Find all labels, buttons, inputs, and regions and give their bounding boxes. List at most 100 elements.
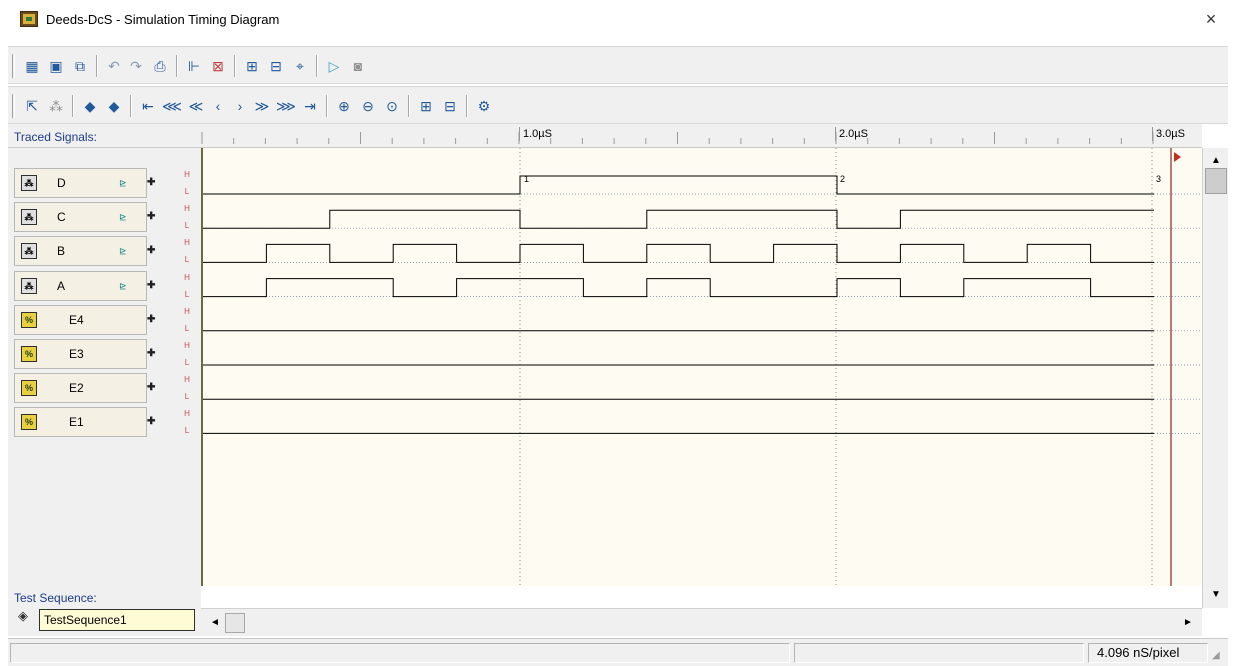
ruler-label-1us: 1.0µS xyxy=(519,127,552,141)
signal-name: A xyxy=(57,278,66,293)
waveform-canvas[interactable]: 123 xyxy=(203,148,1202,586)
close-button[interactable]: × xyxy=(1196,8,1226,32)
step-forward-icon[interactable]: › xyxy=(230,96,250,116)
ruler-label-2us: 2.0µS xyxy=(835,127,868,141)
output-probe-icon: % xyxy=(21,414,37,431)
run-icon[interactable]: ▷ xyxy=(324,56,344,76)
settings-icon[interactable]: ⚙ xyxy=(474,96,494,116)
output-probe-icon: % xyxy=(21,346,37,362)
signal-row-d[interactable]: ⁂ D ⊵ xyxy=(14,168,147,198)
print-icon[interactable]: ⎙ xyxy=(150,56,170,76)
vertical-scrollbar[interactable]: ▲ ▼ xyxy=(1202,148,1228,608)
toolbar-grip[interactable] xyxy=(12,94,15,118)
signal-row-e1[interactable]: % E1 xyxy=(14,407,147,438)
input-play-icon[interactable]: ⊵ xyxy=(119,245,133,257)
expand-signal-icon[interactable]: ✚ xyxy=(147,280,155,291)
input-play-icon[interactable]: ⊵ xyxy=(119,280,133,292)
high-level-label: H xyxy=(184,170,190,179)
output-probe-icon: % xyxy=(21,380,37,397)
output-probe-icon: % xyxy=(21,311,37,328)
undo-icon[interactable]: ↶ xyxy=(104,56,124,76)
stop-icon[interactable]: ◙ xyxy=(348,56,368,76)
expand-signal-icon[interactable]: ✚ xyxy=(147,383,155,393)
level-indicator: HL xyxy=(182,375,192,401)
status-cell-main xyxy=(10,643,790,663)
low-level-label: L xyxy=(184,426,190,436)
fast-rewind-icon[interactable]: ⋘ xyxy=(162,96,182,116)
signal-row-c[interactable]: ⁂ C ⊵ xyxy=(14,202,147,233)
assign-icon[interactable]: ⊟ xyxy=(266,56,286,76)
toolbar-separator xyxy=(316,55,318,77)
input-play-icon[interactable]: ⊵ xyxy=(119,177,133,189)
test-sequence-field[interactable]: TestSequence1 xyxy=(39,609,195,631)
high-level-label: H xyxy=(184,306,190,316)
new-diagram-icon[interactable]: ▦ xyxy=(22,56,42,76)
arrange-icon[interactable]: ⊞ xyxy=(242,56,262,76)
zoom-in-icon[interactable]: ⊕ xyxy=(334,96,354,116)
expand-signal-icon[interactable]: ✚ xyxy=(147,417,155,427)
low-level-label: L xyxy=(184,323,190,333)
signal-row-e3[interactable]: % E3 xyxy=(14,339,147,369)
marker-label: 2 xyxy=(840,174,845,184)
resize-grip-icon[interactable]: ◢ xyxy=(1212,650,1226,664)
low-level-label: L xyxy=(184,187,190,196)
step-back-icon[interactable]: ‹ xyxy=(208,96,228,116)
scroll-right-button[interactable]: ► xyxy=(1178,613,1198,633)
app-logo-icon xyxy=(20,11,38,27)
signal-name: D xyxy=(57,176,66,190)
forward-icon[interactable]: ◆ xyxy=(104,96,124,116)
main-toolbar: ▦ ▣ ⧉ ↶ ↷ ⎙ ⊩ ⊠ ⊞ ⊟ ⌖ ▷ ◙ xyxy=(8,46,1228,84)
zoom-fit-icon[interactable]: ⊙ xyxy=(382,96,402,116)
collapse-icon[interactable]: ⊟ xyxy=(440,96,460,116)
expand-icon[interactable]: ⊞ xyxy=(416,96,436,116)
signal-row-b[interactable]: ⁂ B ⊵ xyxy=(14,236,147,267)
low-level-label: L xyxy=(184,255,190,265)
level-indicator: HL xyxy=(182,341,192,367)
level-indicator: HL xyxy=(182,409,192,435)
signal-row-a[interactable]: ⁂ A ⊵ xyxy=(14,270,147,301)
save-icon[interactable]: ▣ xyxy=(46,56,66,76)
vertical-scroll-thumb[interactable] xyxy=(1205,168,1227,194)
select-icon[interactable]: ⇱ xyxy=(22,96,42,116)
edit-signal-icon[interactable]: ⊠ xyxy=(208,56,228,76)
transform-icon[interactable]: ⁂ xyxy=(46,96,66,116)
cursor-marker-icon[interactable] xyxy=(1174,152,1181,162)
input-switch-icon: ⁂ xyxy=(21,277,37,294)
signal-name: B xyxy=(57,244,66,259)
toolbar-separator xyxy=(130,95,132,117)
ruler-label-3us: 3.0µS xyxy=(1152,127,1185,141)
redo-icon[interactable]: ↷ xyxy=(126,56,146,76)
export-icon[interactable]: ⧉ xyxy=(70,56,90,76)
scroll-down-button[interactable]: ▼ xyxy=(1206,586,1226,604)
expand-signal-icon[interactable]: ✚ xyxy=(147,349,155,359)
zoom-out-icon[interactable]: ⊖ xyxy=(358,96,378,116)
input-switch-icon: ⁂ xyxy=(21,243,37,260)
back-icon[interactable]: ◆ xyxy=(80,96,100,116)
insert-signal-icon[interactable]: ⊩ xyxy=(184,56,204,76)
input-play-icon[interactable]: ⊵ xyxy=(119,211,133,223)
expand-signal-icon[interactable]: ✚ xyxy=(147,178,155,188)
level-indicator: HL xyxy=(182,238,192,264)
signal-row-e2[interactable]: % E2 xyxy=(14,373,147,404)
rewind-icon[interactable]: ≪ xyxy=(186,96,206,116)
forward-fast-icon[interactable]: ≫ xyxy=(252,96,272,116)
goto-end-icon[interactable]: ⇥ xyxy=(300,96,320,116)
signal-name: C xyxy=(57,210,66,225)
waveform-d xyxy=(203,175,1154,195)
expand-signal-icon[interactable]: ✚ xyxy=(147,246,155,256)
expand-signal-icon[interactable]: ✚ xyxy=(147,212,155,222)
horizontal-scroll-thumb[interactable] xyxy=(225,613,245,633)
horizontal-scrollbar[interactable]: ◄ ► xyxy=(201,608,1202,636)
toolbar-grip[interactable] xyxy=(12,54,15,78)
expand-signal-icon[interactable]: ✚ xyxy=(147,314,155,325)
scroll-left-button[interactable]: ◄ xyxy=(205,613,225,633)
toolbar-separator xyxy=(176,55,178,77)
toolbar-separator xyxy=(408,95,410,117)
trace-icon[interactable]: ⌖ xyxy=(290,56,310,76)
goto-start-icon[interactable]: ⇤ xyxy=(138,96,158,116)
fast-forward-icon[interactable]: ⋙ xyxy=(276,96,296,116)
navigation-toolbar: ⇱ ⁂ ◆ ◆ ⇤ ⋘ ≪ ‹ › ≫ ⋙ ⇥ ⊕ ⊖ ⊙ ⊞ ⊟ ⚙ xyxy=(8,86,1228,124)
signal-name: E3 xyxy=(69,347,84,361)
signal-row-e4[interactable]: % E4 xyxy=(14,304,147,335)
zoom-level-status: 4.096 nS/pixel xyxy=(1088,643,1208,663)
